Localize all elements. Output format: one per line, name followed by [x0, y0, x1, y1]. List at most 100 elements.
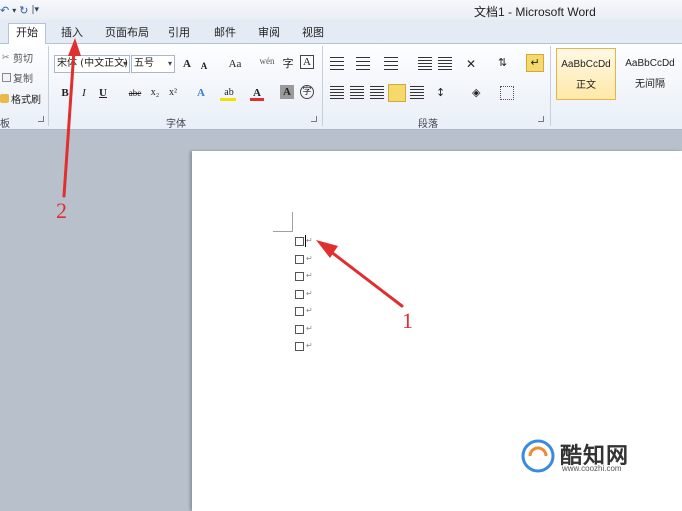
format-painter-button[interactable]: 格式刷: [0, 91, 41, 106]
paragraph-mark: ↵: [306, 236, 313, 245]
paragraph-mark: ↵: [306, 324, 313, 333]
tab-page-layout[interactable]: 页面布局: [98, 24, 156, 44]
annotation-label-1: 1: [402, 308, 413, 333]
text-effects-button[interactable]: A: [194, 84, 208, 102]
copy-button[interactable]: 复制: [2, 70, 33, 85]
paintbrush-icon: [0, 94, 9, 103]
style-normal[interactable]: AaBbCcDd 正文: [556, 48, 616, 100]
checkbox[interactable]: [295, 325, 304, 334]
highlight-color-bar: [220, 98, 236, 101]
increase-indent-icon[interactable]: [438, 57, 452, 71]
title-bar: ↶ ▾ ↻ |▾ 文档1 - Microsoft Word: [0, 0, 682, 20]
undo-icon[interactable]: ↶: [0, 4, 9, 17]
copy-icon: [2, 73, 11, 82]
multilevel-list-icon[interactable]: [384, 57, 398, 71]
distributed-icon[interactable]: [410, 86, 424, 100]
customize-quick-access[interactable]: |▾: [31, 5, 39, 15]
checkbox[interactable]: [295, 237, 304, 246]
superscript-button[interactable]: x²: [166, 84, 180, 102]
shading-icon[interactable]: ◈: [472, 86, 486, 100]
style-no-spacing[interactable]: AaBbCcDd 无间隔: [618, 48, 682, 100]
highlight-glyph: ab: [224, 87, 234, 98]
clipboard-launcher-icon[interactable]: [38, 116, 44, 122]
tab-home[interactable]: 开始: [8, 23, 46, 45]
window-title: 文档1 - Microsoft Word: [474, 5, 596, 19]
watermark-url: www.coozhi.com: [562, 464, 622, 473]
tab-review[interactable]: 审阅: [252, 24, 286, 44]
checkbox[interactable]: [295, 272, 304, 281]
chevron-down-icon: ▾: [122, 59, 127, 68]
chinese-layout-icon[interactable]: ✕: [466, 57, 480, 71]
tab-mailings[interactable]: 邮件: [208, 24, 242, 44]
style-sample: AaBbCcDd: [561, 59, 611, 70]
style-name: 正文: [576, 80, 596, 91]
shrink-font-button[interactable]: A: [198, 57, 210, 75]
clipboard-group-label: 板: [0, 119, 10, 130]
margin-corner-mark: [273, 212, 293, 232]
align-center-icon[interactable]: [350, 86, 364, 100]
decrease-indent-icon[interactable]: [418, 57, 432, 71]
font-color-button[interactable]: A: [250, 84, 264, 102]
sort-icon[interactable]: ⇅: [498, 56, 512, 70]
cut-label: 剪切: [13, 54, 33, 65]
tab-view[interactable]: 视图: [296, 24, 330, 44]
show-marks-icon[interactable]: ↵: [526, 54, 544, 72]
highlight-button[interactable]: ab: [220, 84, 238, 102]
checkbox[interactable]: [295, 290, 304, 299]
font-size-value: 五号: [134, 58, 154, 69]
dropdown-arrow-icon[interactable]: ▾: [12, 6, 16, 15]
redo-icon[interactable]: ↻: [19, 4, 28, 17]
bullets-icon[interactable]: [330, 57, 344, 71]
bold-button[interactable]: B: [58, 84, 72, 102]
change-case-button[interactable]: Aa: [224, 55, 246, 73]
subscript-button[interactable]: x₂: [148, 84, 162, 102]
enclosed-char-glyph: 字: [282, 57, 294, 70]
font-name-value: 宋体 (中文正文): [57, 58, 128, 69]
enclose-glyph: 字: [302, 87, 312, 97]
paragraph-mark: ↵: [306, 289, 313, 298]
justify-icon[interactable]: [388, 84, 406, 102]
paragraph-group-label: 段落: [418, 119, 438, 130]
grow-font-button[interactable]: A: [180, 55, 194, 73]
character-border-button[interactable]: A: [300, 55, 314, 69]
checkbox[interactable]: [295, 255, 304, 264]
enclose-char-circle-button[interactable]: 字: [300, 85, 314, 99]
cut-button[interactable]: ✂ 剪切: [2, 50, 33, 65]
line-spacing-icon[interactable]: ↕: [436, 86, 450, 100]
align-right-icon[interactable]: [370, 86, 384, 100]
watermark-logo-icon: [521, 439, 555, 473]
scissors-icon: ✂: [2, 53, 10, 63]
strikethrough-button[interactable]: abe: [126, 84, 144, 102]
underline-button[interactable]: U: [96, 84, 110, 102]
style-name: 无间隔: [635, 79, 665, 90]
font-launcher-icon[interactable]: [311, 116, 317, 122]
quick-access-toolbar: ↶ ▾ ↻ |▾: [0, 2, 39, 18]
character-shading-button[interactable]: A: [280, 85, 294, 99]
numbering-icon[interactable]: [356, 57, 370, 71]
paragraph-mark: ↵: [306, 271, 313, 280]
paragraph-mark: ↵: [306, 341, 313, 350]
phonetic-guide-button[interactable]: wén: [258, 52, 276, 70]
watermark: 酷知网 www.coozhi.com: [520, 436, 680, 480]
text-cursor: [305, 235, 306, 247]
tab-insert[interactable]: 插入: [54, 24, 90, 44]
annotation-label-2: 2: [56, 198, 67, 223]
checkbox[interactable]: [295, 342, 304, 351]
italic-button[interactable]: I: [78, 84, 90, 102]
style-sample: AaBbCcDd: [625, 58, 675, 69]
paragraph-mark: ↵: [306, 306, 313, 315]
format-painter-label: 格式刷: [11, 95, 41, 106]
font-name-combobox[interactable]: 宋体 (中文正文) ▾: [54, 55, 130, 73]
paragraph-mark: ↵: [306, 254, 313, 263]
paragraph-launcher-icon[interactable]: [538, 116, 544, 122]
align-left-icon[interactable]: [330, 86, 344, 100]
font-size-combobox[interactable]: 五号 ▾: [131, 55, 175, 73]
tab-references[interactable]: 引用: [162, 24, 196, 44]
chevron-down-icon: ▾: [167, 59, 172, 68]
font-group-label: 字体: [166, 119, 186, 130]
borders-icon[interactable]: [500, 86, 514, 100]
enclose-characters-button[interactable]: 字: [279, 55, 297, 73]
checkbox[interactable]: [295, 307, 304, 316]
ribbon: ✂ 剪切 复制 格式刷 板 宋体 (中文正文) ▾ 五号 ▾ A A Aa wé…: [0, 44, 682, 130]
copy-label: 复制: [13, 74, 33, 85]
